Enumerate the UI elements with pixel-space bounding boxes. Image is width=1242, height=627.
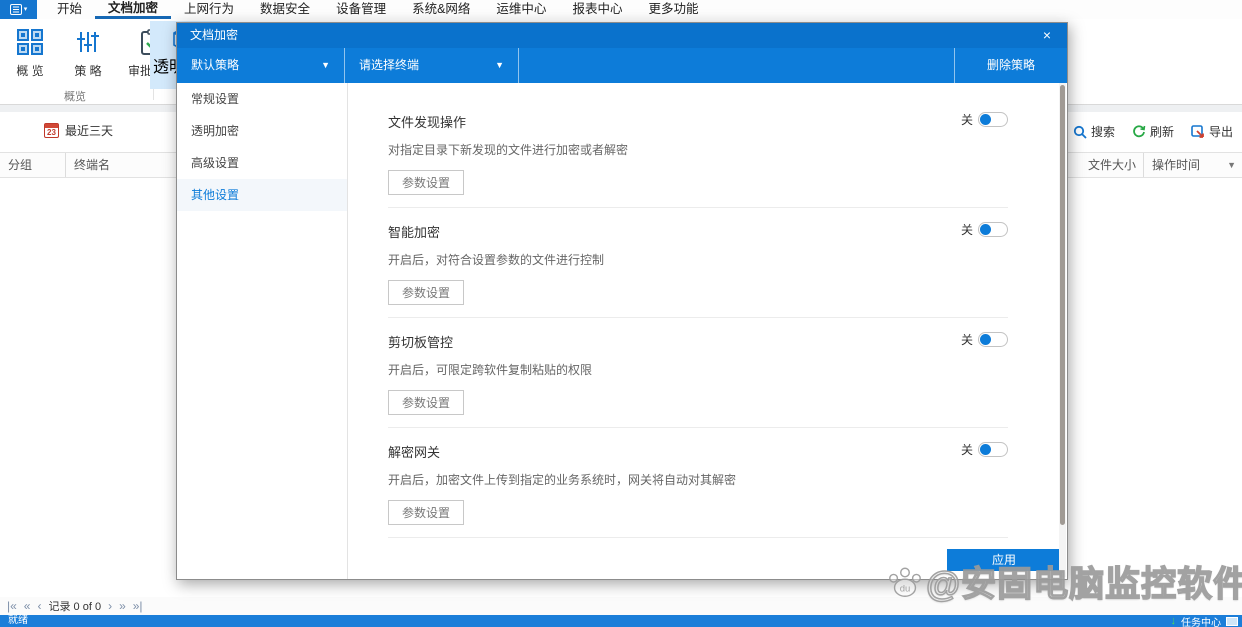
param-settings-button[interactable]: 参数设置 [388, 280, 464, 305]
scrollbar-thumb[interactable] [1060, 85, 1065, 525]
toggle-switch[interactable] [978, 222, 1008, 237]
sidebar-item-other-settings[interactable]: 其他设置 [177, 179, 347, 211]
param-settings-button[interactable]: 参数设置 [388, 390, 464, 415]
modal-toolbar: 默认策略 ▼ 请选择终端 ▼ 删除策略 [177, 48, 1067, 83]
menu-item-start[interactable]: 开始 [44, 0, 95, 19]
menu-item-data-security[interactable]: 数据安全 [247, 0, 323, 19]
task-center-button[interactable]: 任务中心 [1181, 614, 1221, 627]
close-icon[interactable]: × [1037, 23, 1057, 48]
status-ready-label: 就绪 [8, 615, 28, 627]
ribbon-item-overview[interactable]: 概 览 [6, 24, 54, 79]
app-menu-button[interactable]: ▾ [0, 0, 37, 19]
date-filter[interactable]: 23 最近三天 [44, 122, 113, 139]
menu-item-ops-center[interactable]: 运维中心 [483, 0, 559, 19]
refresh-icon [1132, 125, 1146, 139]
menu-item-device-mgmt[interactable]: 设备管理 [323, 0, 399, 19]
column-header-group[interactable]: 分组 [0, 153, 66, 177]
caret-down-icon: ▾ [24, 6, 28, 13]
svg-text:du: du [900, 583, 911, 594]
policy-dropdown[interactable]: 默认策略 ▼ [177, 48, 345, 83]
doc-encryption-modal: 文档加密 × 默认策略 ▼ 请选择终端 ▼ 删除策略 常规设置 透明加密 高级设… [176, 22, 1068, 580]
toggle-switch[interactable] [978, 112, 1008, 127]
column-header-file-size[interactable]: 文件大小 [1080, 153, 1144, 177]
menu-bar: ▾ 开始 文档加密 上网行为 数据安全 设备管理 系统&网络 运维中心 报表中心… [0, 0, 1242, 19]
modal-footer: 应用 [348, 541, 1067, 579]
sliders-icon [75, 29, 101, 55]
window-icon [10, 4, 22, 15]
toggle-switch[interactable] [978, 332, 1008, 347]
sidebar-item-advanced-settings[interactable]: 高级设置 [177, 147, 347, 179]
modal-title-bar: 文档加密 × [177, 23, 1067, 48]
apply-button[interactable]: 应用 [947, 549, 1061, 571]
menu-item-doc-encryption[interactable]: 文档加密 [95, 0, 171, 19]
terminal-select-dropdown[interactable]: 请选择终端 ▼ [345, 48, 519, 83]
clipboard-control-toggle[interactable]: 关 [961, 331, 1008, 348]
taskbar-window-icon[interactable] [1226, 617, 1238, 626]
row-separator [388, 207, 1008, 208]
refresh-button[interactable]: 刷新 [1125, 118, 1181, 145]
download-arrow-icon: ↓ [1171, 616, 1177, 627]
search-icon [1073, 125, 1087, 139]
sidebar-item-transparent-encryption[interactable]: 透明加密 [177, 115, 347, 147]
column-header-operation-time[interactable]: 操作时间 [1144, 153, 1222, 177]
page-next-button[interactable]: › [108, 600, 112, 612]
setting-row-file-discovery: 文件发现操作 关 对指定目录下新发现的文件进行加密或者解密 参数设置 [388, 112, 1008, 208]
param-settings-button[interactable]: 参数设置 [388, 170, 464, 195]
page-next-fast-button[interactable]: » [119, 600, 126, 612]
chevron-down-icon: ▼ [321, 48, 330, 83]
main-menu: 开始 文档加密 上网行为 数据安全 设备管理 系统&网络 运维中心 报表中心 更… [44, 0, 711, 19]
screen: ▾ 开始 文档加密 上网行为 数据安全 设备管理 系统&网络 运维中心 报表中心… [0, 0, 1242, 627]
modal-sidebar: 常规设置 透明加密 高级设置 其他设置 [177, 83, 348, 579]
date-filter-label: 最近三天 [65, 122, 113, 139]
setting-row-smart-encryption: 智能加密 关 开启后，对符合设置参数的文件进行控制 参数设置 [388, 222, 1008, 318]
page-prev-fast-button[interactable]: « [24, 600, 31, 612]
menu-item-system-network[interactable]: 系统&网络 [399, 0, 483, 19]
setting-row-clipboard-control: 剪切板管控 关 开启后，可限定跨软件复制粘贴的权限 参数设置 [388, 332, 1008, 428]
column-options-caret-icon[interactable]: ▼ [1227, 153, 1236, 178]
menu-item-report-center[interactable]: 报表中心 [559, 0, 635, 19]
menu-item-more[interactable]: 更多功能 [635, 0, 711, 19]
modal-content: 文件发现操作 关 对指定目录下新发现的文件进行加密或者解密 参数设置 智能加密 … [348, 83, 1038, 579]
modal-title: 文档加密 [190, 28, 238, 42]
modal-scrollbar[interactable] [1059, 83, 1066, 577]
chevron-down-icon: ▼ [495, 48, 504, 83]
modal-body: 常规设置 透明加密 高级设置 其他设置 文件发现操作 关 对指定目录下新发现的文… [177, 83, 1067, 579]
sidebar-item-general-settings[interactable]: 常规设置 [177, 83, 347, 115]
row-separator [388, 427, 1008, 428]
smart-encryption-toggle[interactable]: 关 [961, 221, 1008, 238]
toggle-switch[interactable] [978, 442, 1008, 457]
overview-grid-icon [17, 29, 43, 55]
record-count-label: 记录 0 of 0 [48, 598, 101, 614]
page-last-button[interactable]: »| [133, 600, 143, 612]
calendar-icon: 23 [44, 123, 59, 138]
row-separator [388, 537, 1008, 538]
delete-policy-button[interactable]: 删除策略 [954, 48, 1067, 83]
param-settings-button[interactable]: 参数设置 [388, 500, 464, 525]
export-icon [1191, 125, 1205, 139]
file-discovery-toggle[interactable]: 关 [961, 111, 1008, 128]
page-first-button[interactable]: |« [7, 600, 17, 612]
decryption-gateway-toggle[interactable]: 关 [961, 441, 1008, 458]
row-separator [388, 317, 1008, 318]
status-bar: 就绪 ↓ 任务中心 [0, 615, 1242, 627]
page-prev-button[interactable]: ‹ [37, 600, 41, 612]
pagination-bar: |« « ‹ 记录 0 of 0 › » »| [0, 597, 1242, 615]
ribbon-item-policy[interactable]: 策 略 [64, 24, 112, 79]
ribbon-group-label: 概览 [0, 88, 150, 104]
search-button[interactable]: 搜索 [1066, 118, 1122, 145]
setting-row-decryption-gateway: 解密网关 关 开启后，加密文件上传到指定的业务系统时，网关将自动对其解密 参数设… [388, 442, 1008, 538]
menu-item-web-behavior[interactable]: 上网行为 [171, 0, 247, 19]
export-button[interactable]: 导出 [1184, 118, 1240, 145]
